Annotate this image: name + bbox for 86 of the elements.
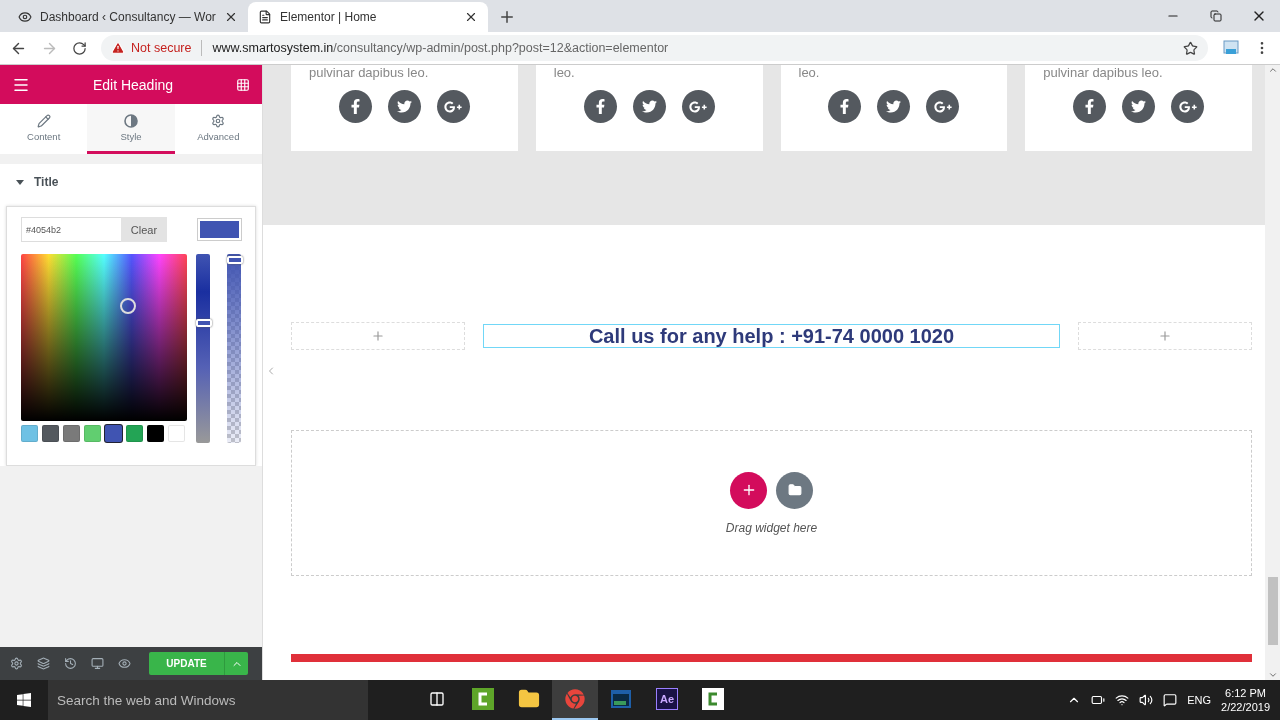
url-text: www.smartosystem.in/consultancy/wp-admin/post.php?post=12&action=elementor (212, 41, 669, 55)
clock-date: 2/22/2019 (1221, 701, 1270, 713)
caret-icon (16, 179, 24, 185)
scroll-down-icon[interactable] (1267, 670, 1278, 680)
monitor-icon[interactable] (91, 657, 104, 670)
google-plus-icon[interactable] (436, 90, 470, 123)
layers-icon[interactable] (37, 657, 50, 670)
color-swatch[interactable] (21, 425, 38, 442)
scroll-up-icon[interactable] (1267, 65, 1278, 75)
panel-tab[interactable]: Style (87, 104, 175, 154)
color-swatch[interactable] (168, 425, 185, 442)
color-swatch[interactable] (84, 425, 101, 442)
close-icon[interactable] (464, 10, 478, 24)
slider-thumb[interactable] (227, 256, 243, 264)
card-text: pulvinar dapibus leo. (1042, 65, 1163, 80)
color-swatch[interactable] (105, 425, 122, 442)
folder-button[interactable] (776, 471, 813, 509)
color-swatch[interactable] (147, 425, 164, 442)
address-bar[interactable]: Not secure www.smartosystem.in/consultancy/wp-admin/post.php?post=12&action=elementor (101, 35, 1208, 61)
app-icon[interactable] (702, 688, 724, 710)
slider-thumb[interactable] (196, 319, 212, 328)
facebook-icon[interactable] (828, 90, 862, 123)
folder-icon[interactable] (518, 688, 540, 710)
facebook-icon[interactable] (338, 90, 372, 123)
pencil-icon (36, 113, 51, 128)
star-icon[interactable] (1183, 40, 1198, 56)
task-view-icon[interactable] (429, 691, 445, 707)
hue-slider[interactable] (196, 254, 210, 443)
eye-icon (18, 10, 32, 24)
browser-tab[interactable]: Elementor | Home (248, 2, 488, 32)
color-swatch[interactable] (126, 425, 143, 442)
security-label: Not secure (131, 41, 192, 55)
folder-icon (787, 483, 802, 497)
wifi-icon[interactable] (1115, 693, 1130, 707)
search-field[interactable]: Search the web and Windows (48, 680, 368, 720)
settings-icon[interactable] (10, 657, 23, 670)
alpha-slider[interactable] (227, 254, 241, 443)
notification-icon[interactable] (1163, 693, 1178, 707)
facebook-icon[interactable] (1073, 90, 1107, 123)
panel-title: Edit Heading (92, 76, 174, 93)
grid-icon[interactable] (236, 77, 250, 92)
twitter-icon[interactable] (1122, 90, 1156, 123)
card-text: leo. (797, 65, 820, 80)
chrome-icon[interactable] (565, 689, 585, 709)
saturation-field[interactable] (21, 254, 187, 421)
scroll-thumb[interactable] (1268, 577, 1278, 645)
section-title: Title (34, 175, 59, 189)
clock-time: 6:12 PM (1225, 687, 1266, 699)
volume-icon[interactable] (1139, 693, 1154, 707)
contrast-icon (124, 113, 138, 128)
gear-icon (211, 113, 226, 128)
after-effects-icon[interactable]: Ae (656, 688, 678, 710)
add-button[interactable] (730, 471, 767, 509)
taskbar-app[interactable] (552, 680, 598, 720)
clear-button[interactable]: Clear (121, 217, 167, 242)
taskbar-app[interactable]: Ae (644, 680, 690, 720)
color-swatch[interactable] (63, 425, 80, 442)
window-icon[interactable] (610, 688, 632, 710)
google-plus-icon[interactable] (1171, 90, 1205, 123)
color-swatch[interactable] (42, 425, 59, 442)
card-text: leo. (552, 65, 575, 80)
twitter-icon[interactable] (387, 90, 421, 123)
hex-field[interactable]: #4054b2 (21, 217, 121, 242)
page-icon (258, 10, 272, 24)
browser-tab[interactable]: Dashboard ‹ Consultancy — Wor (8, 2, 248, 32)
preview-icon[interactable] (118, 657, 131, 670)
drop-hint: Drag widget here (725, 520, 818, 535)
twitter-icon[interactable] (632, 90, 666, 123)
section-header[interactable]: Title (0, 164, 262, 200)
close-icon[interactable] (224, 10, 238, 24)
battery-icon[interactable] (1091, 693, 1106, 707)
language-indicator[interactable]: ENG (1187, 694, 1212, 706)
google-plus-icon[interactable] (681, 90, 715, 123)
scrollbar[interactable] (1265, 65, 1280, 680)
heading-widget[interactable]: Call us for any help : +91-74 0000 1020 (483, 324, 1060, 348)
card-text: pulvinar dapibus leo. (308, 65, 429, 80)
twitter-icon[interactable] (877, 90, 911, 123)
color-knob[interactable] (120, 298, 136, 314)
history-icon[interactable] (64, 657, 77, 670)
facebook-icon[interactable] (583, 90, 617, 123)
reload-icon[interactable] (72, 40, 87, 56)
warning-icon (111, 41, 125, 55)
google-plus-icon[interactable] (926, 90, 960, 123)
extension-icon[interactable] (1222, 39, 1240, 57)
tab-title: Elementor | Home (280, 10, 378, 24)
tab-title: Dashboard ‹ Consultancy — Wor (40, 10, 216, 24)
